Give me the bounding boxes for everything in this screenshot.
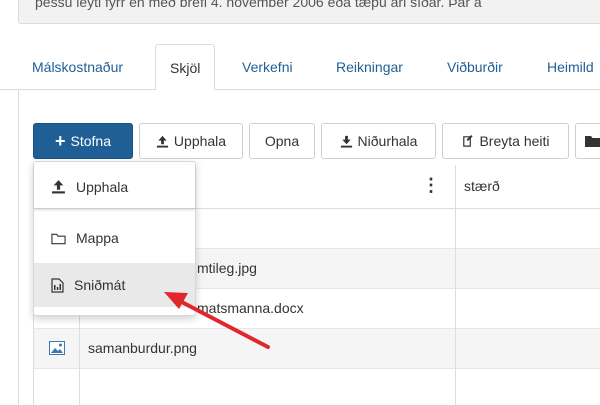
annotation-arrow xyxy=(164,292,270,349)
